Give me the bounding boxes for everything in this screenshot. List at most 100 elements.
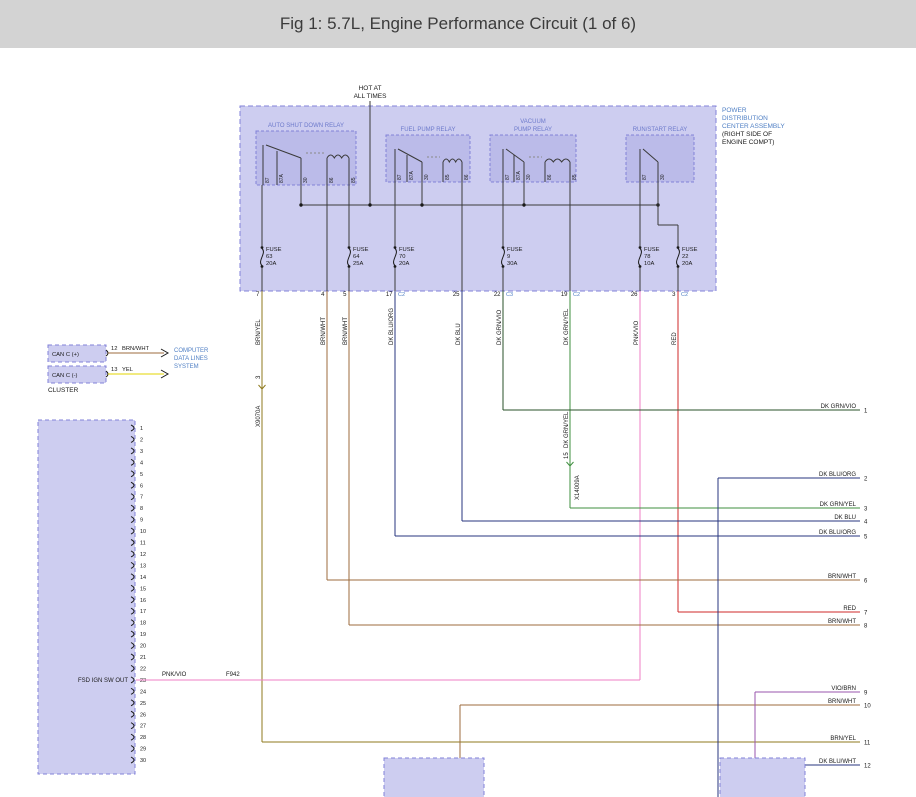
pcm-pin-number: 1 bbox=[140, 426, 143, 432]
pcm-pin-number: 22 bbox=[140, 666, 146, 672]
relay-pin-label: 87 bbox=[397, 174, 403, 180]
circuit-number: 12 bbox=[864, 764, 871, 770]
figure-title: Fig 1: 5.7L, Engine Performance Circuit … bbox=[280, 14, 636, 34]
component-box bbox=[720, 758, 805, 797]
fuse-label: FUSE bbox=[266, 247, 282, 253]
wire-color-label: PNK/VIO bbox=[634, 320, 640, 345]
pcm-pin-number: 9 bbox=[140, 518, 143, 524]
circuit-number: 7 bbox=[864, 611, 868, 617]
fuse-rating: 30A bbox=[507, 261, 517, 267]
wire-color-label: DK BLU bbox=[834, 515, 856, 521]
relay-name: PUMP RELAY bbox=[514, 127, 552, 133]
wire-color-label: BRN/WHT bbox=[343, 317, 349, 345]
relay-3: RUN/START RELAY8730 bbox=[626, 127, 694, 182]
fuse-terminal bbox=[677, 246, 680, 249]
pcm-pin-number: 21 bbox=[140, 655, 146, 661]
relay-pin-label: 85 bbox=[445, 174, 451, 180]
relay-name: RUN/START RELAY bbox=[633, 127, 688, 133]
pcm-pin-number: 15 bbox=[140, 586, 146, 592]
fuse-number: 22 bbox=[682, 254, 688, 260]
circuit-number: 2 bbox=[864, 477, 868, 483]
pcm-pin-number: 20 bbox=[140, 644, 146, 650]
relay-name: VACUUM bbox=[520, 119, 546, 125]
pcm-pin-number: 24 bbox=[140, 689, 146, 695]
pcm-pin-number: 30 bbox=[140, 758, 146, 764]
wire-color-label: DK GRN/YEL bbox=[564, 411, 570, 448]
wire-color-label: PNK/VIO bbox=[162, 672, 187, 678]
circuit-exit-1: DK GRN/VIO1 bbox=[503, 404, 868, 415]
pdc-note-line: POWER bbox=[722, 107, 747, 114]
relay-0: AUTO SHUT DOWN RELAY8787A308685 bbox=[256, 123, 357, 185]
pcm-box bbox=[38, 420, 135, 774]
pcm-pin-number: 11 bbox=[140, 541, 146, 547]
pcm-pin-number: 26 bbox=[140, 712, 146, 718]
circuit-exit-12: DK BLU/WHT12 bbox=[805, 759, 871, 770]
fuse-rating: 25A bbox=[353, 261, 363, 267]
pdc-pin-number: 22 bbox=[494, 292, 501, 298]
riser-wires bbox=[460, 478, 755, 797]
circuit-exit-9: VIO/BRN 9 bbox=[755, 686, 868, 697]
relay-pin-label: 86 bbox=[547, 174, 553, 180]
circuit-number: 11 bbox=[864, 741, 871, 747]
pdc-note-line: DISTRIBUTION bbox=[722, 115, 768, 122]
fuse-rating: 20A bbox=[266, 261, 276, 267]
splice-pin: 15 bbox=[564, 452, 570, 459]
splice-pin: 3 bbox=[256, 375, 262, 379]
circuit-number: 4 bbox=[864, 520, 868, 526]
pcm-pin-number: 14 bbox=[140, 575, 146, 581]
pdc-output-pin-7: 7BRN/YEL bbox=[256, 291, 262, 742]
wire-color-label: DK GRN/YEL bbox=[820, 502, 857, 508]
wire-color-label: BRN/YEL bbox=[830, 736, 856, 742]
fuse-label: FUSE bbox=[682, 247, 698, 253]
wire-color-label: RED bbox=[843, 606, 856, 612]
pcm-pin-number: 17 bbox=[140, 609, 146, 615]
component-box bbox=[384, 758, 484, 797]
destination-label: SYSTEM bbox=[174, 364, 199, 370]
pcm-pin-number: 10 bbox=[140, 529, 146, 535]
wire-color-label: DK BLU/ORG bbox=[389, 308, 395, 345]
wire-color-label: DK BLU/ORG bbox=[819, 530, 856, 536]
relay-pin-label: 85 bbox=[351, 177, 357, 183]
cluster-pin-name: CAN C (+) bbox=[52, 352, 79, 358]
fuse-label: FUSE bbox=[399, 247, 415, 253]
splice-id: X14009A bbox=[575, 475, 581, 500]
wire-color-label: DK GRN/VIO bbox=[497, 309, 503, 345]
fuse-label: FUSE bbox=[353, 247, 369, 253]
pcm-pin-number: 5 bbox=[140, 472, 143, 478]
destination-label: COMPUTER bbox=[174, 348, 209, 354]
fuse-terminal bbox=[348, 265, 351, 268]
relay-1: FUEL PUMP RELAY8787A308586 bbox=[386, 127, 470, 182]
circuit-number: 10 bbox=[864, 704, 871, 710]
wire-color-label: DK BLU bbox=[456, 323, 462, 345]
pdc-note-line: (RIGHT SIDE OF bbox=[722, 131, 772, 138]
circuit-exit-11: BRN/YEL 11 bbox=[262, 736, 871, 747]
relay-box bbox=[256, 131, 356, 185]
fuse-label: FUSE bbox=[644, 247, 660, 253]
relay-pin-label: 30 bbox=[424, 174, 430, 180]
relay-pin-label: 87 bbox=[265, 177, 271, 183]
relay-pin-label: 87 bbox=[642, 174, 648, 180]
page: { "header": { "title": "Fig 1: 5.7L, Eng… bbox=[0, 0, 916, 797]
wire-color-label: VIO/BRN bbox=[831, 686, 856, 692]
pcm-pin-number: 27 bbox=[140, 724, 146, 730]
relay-pin-label: 86 bbox=[464, 174, 470, 180]
fuse-number: 78 bbox=[644, 254, 650, 260]
fuse-number: 63 bbox=[266, 254, 272, 260]
pdc-output-pin-4: 4BRN/WHT bbox=[321, 291, 327, 580]
pcm-pin-number: 23 bbox=[140, 678, 146, 684]
cluster-pin-name: CAN C (-) bbox=[52, 373, 78, 379]
connector-ref: C2 bbox=[681, 292, 688, 298]
pdc-pin-number: 17 bbox=[386, 292, 393, 298]
pdc-output-pin-22: 22C3DK GRN/VIO bbox=[494, 291, 513, 410]
junction-dot bbox=[299, 203, 302, 206]
pdc-pin-number: 3 bbox=[672, 292, 676, 298]
pcm-pin-number: 16 bbox=[140, 598, 146, 604]
circuit-number: 9 bbox=[864, 691, 868, 697]
fuse-terminal bbox=[348, 246, 351, 249]
circuit-exit-7: RED 7 bbox=[678, 606, 868, 617]
circuit-exit-5: DK BLU/ORG5 bbox=[395, 530, 868, 541]
pdc-pin-number: 5 bbox=[343, 292, 347, 298]
fuse-number: 9 bbox=[507, 254, 510, 260]
relay-pin-label: 87A bbox=[516, 170, 522, 180]
pcm-connector: 1234567891011121314151617181920212223242… bbox=[38, 420, 640, 774]
